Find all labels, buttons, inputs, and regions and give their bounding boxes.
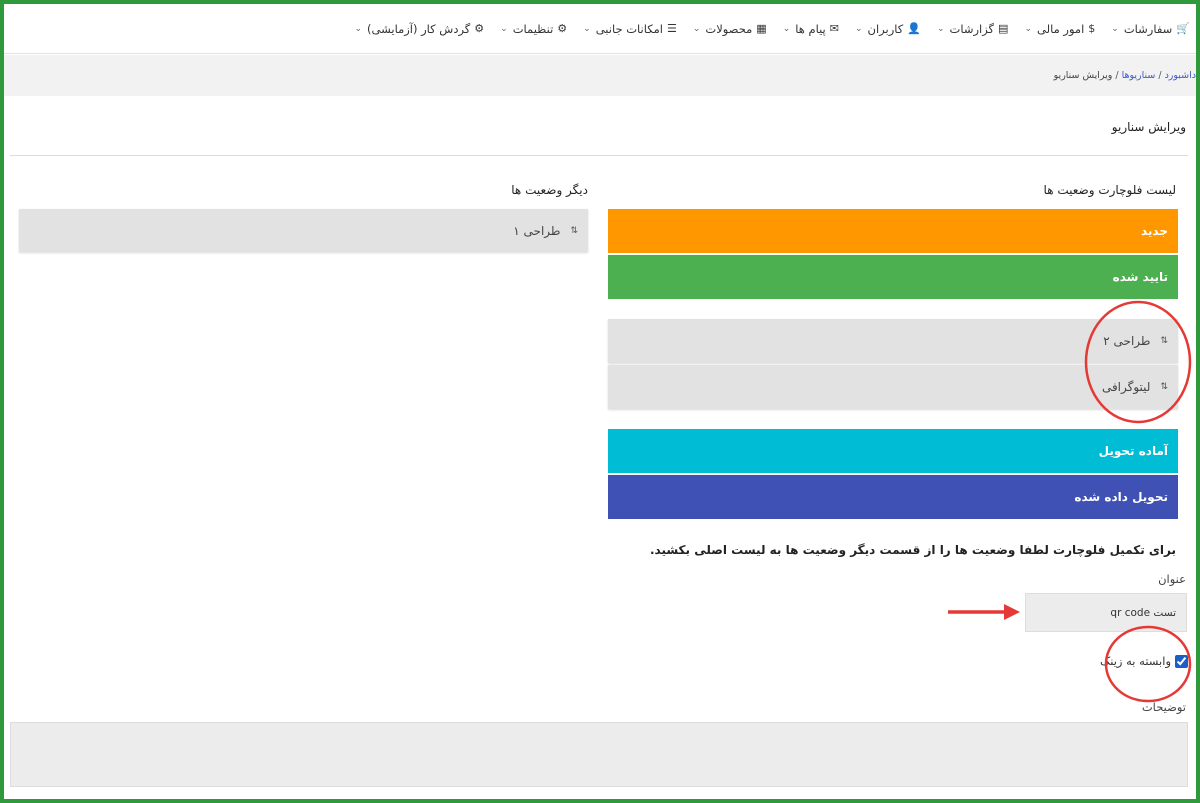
report-icon: ▤: [998, 22, 1009, 35]
status-label: لیتوگرافی: [1101, 380, 1151, 394]
title-input[interactable]: [1025, 593, 1187, 632]
status-item-lithography[interactable]: ⇅ لیتوگرافی: [608, 365, 1178, 409]
nav-item-messages[interactable]: ✉ پیام ها ⌄: [783, 22, 839, 36]
gear-icon: ⚙: [557, 22, 568, 35]
annotation-arrow: [948, 604, 1020, 620]
status-item-ready-delivery[interactable]: آماده تحویل: [608, 429, 1178, 473]
chevron-down-icon: ⌄: [1024, 23, 1032, 34]
nav-item-settings[interactable]: ⚙ تنظیمات ⌄: [500, 22, 567, 36]
breadcrumb-dashboard-link[interactable]: داشبورد: [1165, 70, 1196, 81]
breadcrumb: داشبورد / سناریوها / ویرایش سناریو: [4, 55, 1196, 96]
nav-label-products: محصولات: [705, 21, 753, 36]
drag-handle-icon[interactable]: ⇅: [1160, 336, 1168, 346]
cart-icon: 🛒: [1176, 22, 1190, 35]
nav-label-users: کاربران: [867, 21, 904, 36]
nav-label-orders: سفارشات: [1123, 21, 1173, 36]
user-icon: 👤: [907, 22, 921, 35]
breadcrumb-separator: /: [1115, 70, 1119, 81]
nav-item-finance[interactable]: $ امور مالی ⌄: [1024, 22, 1095, 36]
nav-label-settings: تنظیمات: [512, 21, 554, 36]
list-icon: ☰: [666, 22, 677, 35]
status-item-approved[interactable]: تایید شده: [608, 255, 1178, 299]
divider: [10, 155, 1188, 156]
status-label: تحویل داده شده: [1074, 490, 1168, 504]
nav-label-reports: گزارشات: [949, 21, 995, 36]
other-status-design-1[interactable]: ⇅ طراحی ۱: [19, 209, 588, 252]
zinc-dependency-checkbox[interactable]: [1175, 654, 1188, 668]
nav-label-finance: امور مالی: [1037, 21, 1085, 36]
nav-item-extras[interactable]: ☰ امکانات جانبی ⌄: [583, 22, 677, 36]
flow-list-title: لیست فلوچارت وضعیت ها: [1043, 183, 1176, 197]
description-textarea[interactable]: [10, 722, 1188, 787]
nav-label-messages: پیام ها: [795, 21, 826, 36]
status-item-design-2[interactable]: ⇅ طراحی ۲: [608, 319, 1178, 363]
nav-label-workflow: گردش کار (آزمایشی): [367, 21, 471, 36]
nav-item-reports[interactable]: ▤ گزارشات ⌄: [937, 22, 1009, 36]
status-label: طراحی ۱: [513, 223, 561, 238]
chevron-down-icon: ⌄: [782, 23, 791, 34]
breadcrumb-separator: /: [1158, 70, 1162, 81]
description-label: توضیحات: [1141, 700, 1186, 714]
other-list-title: دیگر وضعیت ها: [511, 183, 588, 197]
nav-item-products[interactable]: ▦ محصولات ⌄: [693, 22, 767, 36]
status-item-delivered[interactable]: تحویل داده شده: [608, 475, 1178, 519]
page-title: ویرایش سناریو: [1111, 120, 1186, 134]
status-label: طراحی ۲: [1103, 334, 1151, 348]
nav-item-orders[interactable]: 🛒 سفارشات ⌄: [1111, 22, 1190, 36]
breadcrumb-scenarios-link[interactable]: سناریوها: [1122, 70, 1156, 81]
title-label: عنوان: [1158, 572, 1186, 586]
chevron-down-icon: ⌄: [1111, 23, 1119, 34]
chevron-down-icon: ⌄: [854, 23, 863, 34]
products-icon: ▦: [756, 22, 767, 35]
chevron-down-icon: ⌄: [583, 23, 591, 34]
chevron-down-icon: ⌄: [500, 23, 508, 34]
nav-item-workflow[interactable]: ⚙ گردش کار (آزمایشی) ⌄: [354, 22, 484, 36]
chevron-down-icon: ⌄: [936, 23, 945, 34]
status-label: آماده تحویل: [1098, 444, 1168, 458]
breadcrumb-current: ویرایش سناریو: [1053, 70, 1113, 81]
dollar-icon: $: [1088, 22, 1096, 35]
nav-label-extras: امکانات جانبی: [595, 21, 663, 36]
zinc-dependency-option[interactable]: وابسته به زینک: [1100, 654, 1188, 668]
top-navbar: 🛒 سفارشات ⌄ $ امور مالی ⌄ ▤ گزارشات ⌄ 👤 …: [4, 4, 1196, 54]
nav-item-users[interactable]: 👤 کاربران ⌄: [855, 22, 921, 36]
drag-handle-icon[interactable]: ⇅: [570, 226, 578, 236]
checkbox-label: وابسته به زینک: [1099, 654, 1171, 668]
instruction-text: برای تکمیل فلوچارت لطفا وضعیت ها را از ق…: [649, 543, 1176, 557]
chevron-down-icon: ⌄: [354, 23, 363, 34]
drag-handle-icon[interactable]: ⇅: [1160, 382, 1168, 392]
chevron-down-icon: ⌄: [692, 23, 701, 34]
workflow-icon: ⚙: [474, 22, 485, 35]
status-item-new[interactable]: جدید: [608, 209, 1178, 253]
message-icon: ✉: [829, 22, 839, 35]
status-label: جدید: [1140, 224, 1168, 238]
status-label: تایید شده: [1112, 270, 1168, 284]
